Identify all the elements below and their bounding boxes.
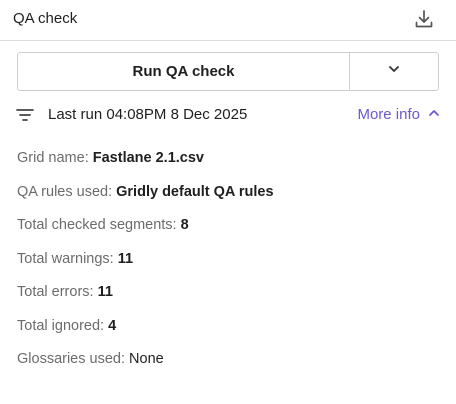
qa-rules-row: QA rules used: Gridly default QA rules [17, 182, 437, 216]
warnings-row: Total warnings: 11 [17, 249, 437, 283]
run-qa-split-button: Run QA check [17, 52, 439, 91]
warnings-label: Total warnings: [17, 250, 118, 267]
grid-name-label: Grid name: [17, 150, 93, 166]
qa-rules-value: Gridly default QA rules [116, 183, 274, 200]
errors-row: Total errors: 11 [17, 282, 437, 316]
errors-value: 11 [97, 284, 113, 300]
filter-icon[interactable] [16, 107, 34, 123]
more-info-toggle[interactable]: More info [357, 106, 440, 123]
ignored-value: 4 [108, 317, 117, 334]
warnings-value: 11 [117, 250, 134, 267]
last-run-row: Last run 04:08PM 8 Dec 2025 More info [16, 104, 440, 126]
checked-segments-value: 8 [180, 217, 189, 233]
panel-header: QA check [0, 0, 456, 41]
ignored-row: Total ignored: 4 [17, 316, 437, 350]
grid-name-value: Fastlane 2.1.csv [92, 150, 204, 166]
more-info-label: More info [357, 106, 420, 123]
ignored-label: Total ignored: [17, 317, 109, 334]
run-options-dropdown-button[interactable] [350, 53, 438, 90]
chevron-down-icon [387, 62, 401, 81]
qa-rules-label: QA rules used: [17, 183, 117, 200]
glossaries-row: Glossaries used: None [17, 349, 437, 383]
last-run-text: Last run 04:08PM 8 Dec 2025 [48, 106, 248, 123]
download-icon[interactable] [412, 7, 436, 31]
panel-title: QA check [13, 10, 78, 27]
glossaries-label: Glossaries used: [17, 351, 130, 367]
glossaries-value: None [129, 351, 164, 367]
qa-details-list: Grid name: Fastlane 2.1.csv QA rules use… [17, 148, 437, 383]
grid-name-row: Grid name: Fastlane 2.1.csv [17, 148, 437, 182]
checked-segments-row: Total checked segments: 8 [17, 215, 437, 249]
chevron-up-icon [428, 106, 440, 123]
checked-segments-label: Total checked segments: [17, 217, 181, 233]
errors-label: Total errors: [17, 284, 98, 300]
run-qa-check-button[interactable]: Run QA check [18, 53, 350, 90]
